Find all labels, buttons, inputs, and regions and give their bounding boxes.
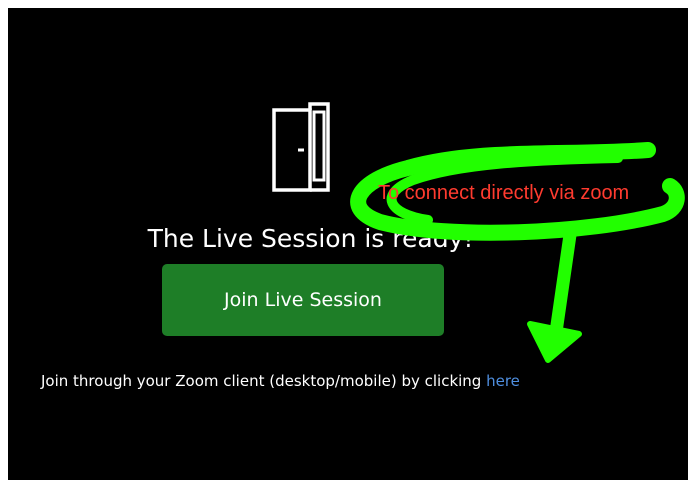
zoom-join-instructions: Join through your Zoom client (desktop/m… (41, 372, 520, 390)
annotation-arrow-head (527, 321, 582, 363)
join-live-session-button[interactable]: Join Live Session (162, 264, 444, 336)
zoom-instructions-text: Join through your Zoom client (desktop/m… (41, 372, 487, 390)
door-icon (272, 102, 330, 192)
live-session-panel: The Live Session is ready! Join Live Ses… (8, 8, 688, 480)
session-ready-title: The Live Session is ready! (147, 224, 474, 253)
zoom-here-link[interactable]: here (486, 372, 520, 390)
annotation-text: To connect directly via zoom (378, 182, 630, 204)
